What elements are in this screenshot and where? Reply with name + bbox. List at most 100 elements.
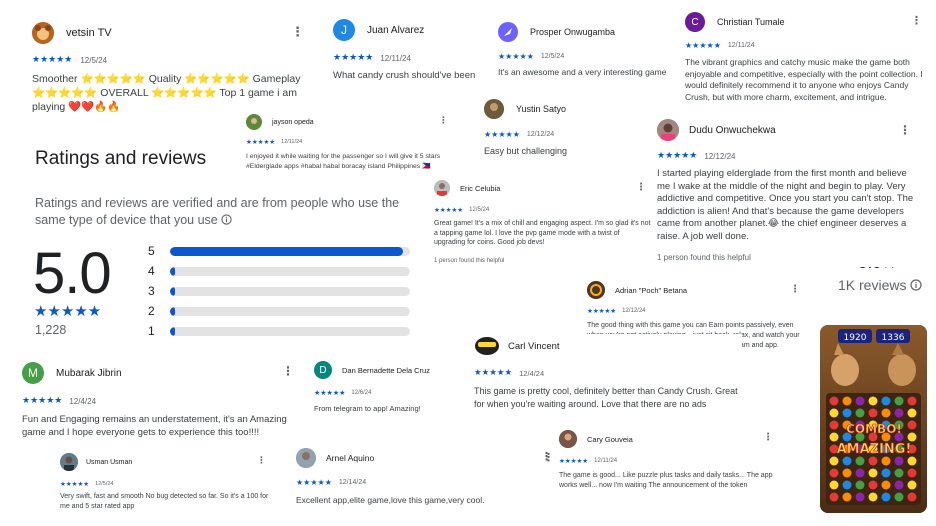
review-stars: ★★★★★	[60, 480, 90, 488]
info-icon[interactable]	[910, 279, 922, 291]
rating-bar-track	[170, 306, 410, 316]
avatar	[434, 180, 450, 196]
game-gem	[829, 432, 839, 442]
average-rating-stars: ★★★★★	[34, 302, 102, 320]
game-gem	[894, 456, 904, 466]
review-date: 12/11/24	[380, 53, 411, 63]
game-gem	[855, 468, 865, 478]
more-options-icon[interactable]: ⋮	[543, 452, 554, 463]
game-gem	[881, 480, 891, 490]
review-stars: ★★★★★	[587, 307, 617, 315]
reviewer-name: Juan Alvarez	[367, 24, 425, 36]
game-gem	[894, 468, 904, 478]
more-options-icon[interactable]: ⋮	[911, 15, 922, 26]
ratings-description-text: Ratings and reviews are verified and are…	[35, 196, 400, 227]
review-date: 12/5/24	[80, 55, 108, 65]
review-date: 12/11/24	[594, 458, 618, 464]
game-gem	[907, 480, 917, 490]
more-options-icon[interactable]: ⋮	[282, 365, 294, 377]
game-gem	[829, 396, 839, 406]
review-card-yustin: Yustin Satyo ★★★★★ 12/12/24 Easy but cha…	[482, 97, 632, 161]
review-text: I started playing elderglade from the fi…	[657, 168, 914, 242]
review-date: 12/5/24	[540, 53, 565, 60]
helpful-count: 1 person found this helpful	[657, 253, 751, 262]
rating-count: 1,228	[35, 323, 67, 337]
rating-bar-label: 5	[148, 244, 155, 258]
game-gem	[881, 468, 891, 478]
game-gem	[842, 396, 852, 406]
average-rating: 5.0	[33, 241, 112, 306]
info-icon[interactable]	[221, 214, 232, 225]
game-gem	[907, 432, 917, 442]
game-gem	[842, 468, 852, 478]
avatar	[657, 119, 679, 141]
review-card-eric: Eric Celubia ⋮ ★★★★★ 12/5/24 Great game!…	[432, 178, 654, 270]
more-options-icon[interactable]: ⋮	[763, 433, 773, 443]
game-gem	[907, 456, 917, 466]
game-gem	[829, 420, 839, 430]
review-card-christian: C Christian Tumale ⋮ ★★★★★ 12/11/24 The …	[682, 10, 928, 110]
game-gem	[868, 396, 878, 406]
reviewer-name: Prosper Onwugamba	[530, 27, 616, 37]
review-stars: ★★★★★	[32, 55, 73, 65]
rating-bar-track	[170, 326, 410, 336]
game-gem	[894, 408, 904, 418]
rating-bar-3: 3	[148, 284, 418, 298]
game-gem	[855, 456, 865, 466]
more-options-icon[interactable]: ⋮	[291, 26, 304, 39]
game-gem	[868, 492, 878, 502]
game-screenshot[interactable]: 1920 1336 COMBO! AMAZING!	[820, 325, 927, 513]
review-stars: ★★★★★	[333, 53, 374, 63]
ratings-title: Ratings and reviews	[35, 148, 207, 169]
game-gem	[855, 408, 865, 418]
summary-reviews[interactable]: 1K reviews	[838, 277, 922, 293]
rating-bar-track	[170, 266, 410, 276]
review-card-juan: J Juan Alvarez ★★★★★ 12/11/24 What candy…	[330, 16, 482, 86]
avatar: M	[22, 362, 44, 384]
rating-bar-5: 5	[148, 244, 418, 258]
reviewer-name: Usman Usman	[86, 458, 133, 466]
review-card-jayson: jayson opeda ⋮ ★★★★★ 12/11/24 I enjoyed …	[244, 112, 456, 184]
review-text: Fun and Engaging remains an understateme…	[22, 414, 287, 438]
reviewer-name: Yustin Satyo	[516, 104, 567, 114]
review-date: 12/4/24	[519, 368, 545, 378]
reviewer-name: Arnel Aquino	[326, 453, 375, 463]
avatar	[32, 22, 54, 44]
game-gem	[907, 420, 917, 430]
game-gem	[829, 492, 839, 502]
game-gem	[842, 408, 852, 418]
more-options-icon[interactable]: ⋮	[439, 117, 448, 126]
game-gem	[881, 396, 891, 406]
more-options-icon[interactable]: ⋮	[790, 285, 800, 295]
avatar	[498, 22, 518, 42]
avatar: C	[685, 12, 705, 32]
review-date: 12/6/24	[351, 390, 372, 396]
game-gem	[829, 480, 839, 490]
review-stars: ★★★★★	[434, 206, 464, 214]
game-gem	[842, 492, 852, 502]
avatar	[246, 114, 262, 130]
game-gem	[842, 480, 852, 490]
rating-bar-fill	[170, 306, 175, 316]
review-card-prosper: Prosper Onwugamba ★★★★★ 12/5/24 It's an …	[496, 20, 671, 82]
rating-bar-2: 2	[148, 304, 418, 318]
review-date: 12/11/24	[281, 139, 303, 145]
game-gem	[868, 468, 878, 478]
more-options-icon[interactable]: ⋮	[636, 183, 646, 193]
game-gem	[881, 408, 891, 418]
reviewer-name: Dudu Onwuchekwa	[689, 124, 776, 136]
review-stars: ★★★★★	[314, 389, 346, 397]
review-text: Excellent app,elite game,love this game,…	[296, 495, 485, 505]
rating-bar-fill	[170, 286, 175, 296]
review-text: Smoother ⭐⭐⭐⭐⭐ Quality ⭐⭐⭐⭐⭐ Gameplay ⭐⭐…	[32, 73, 301, 113]
avatar	[296, 448, 316, 468]
review-card-usman: Usman Usman ⋮ ★★★★★ 12/5/24 Very swift, …	[58, 452, 276, 518]
game-gem	[907, 468, 917, 478]
game-gem	[855, 396, 865, 406]
game-gem	[881, 492, 891, 502]
game-gem	[894, 492, 904, 502]
more-options-icon[interactable]: ⋮	[257, 457, 266, 466]
avatar	[484, 99, 504, 119]
more-options-icon[interactable]: ⋮	[899, 124, 911, 136]
review-date: 12/12/24	[704, 151, 736, 161]
